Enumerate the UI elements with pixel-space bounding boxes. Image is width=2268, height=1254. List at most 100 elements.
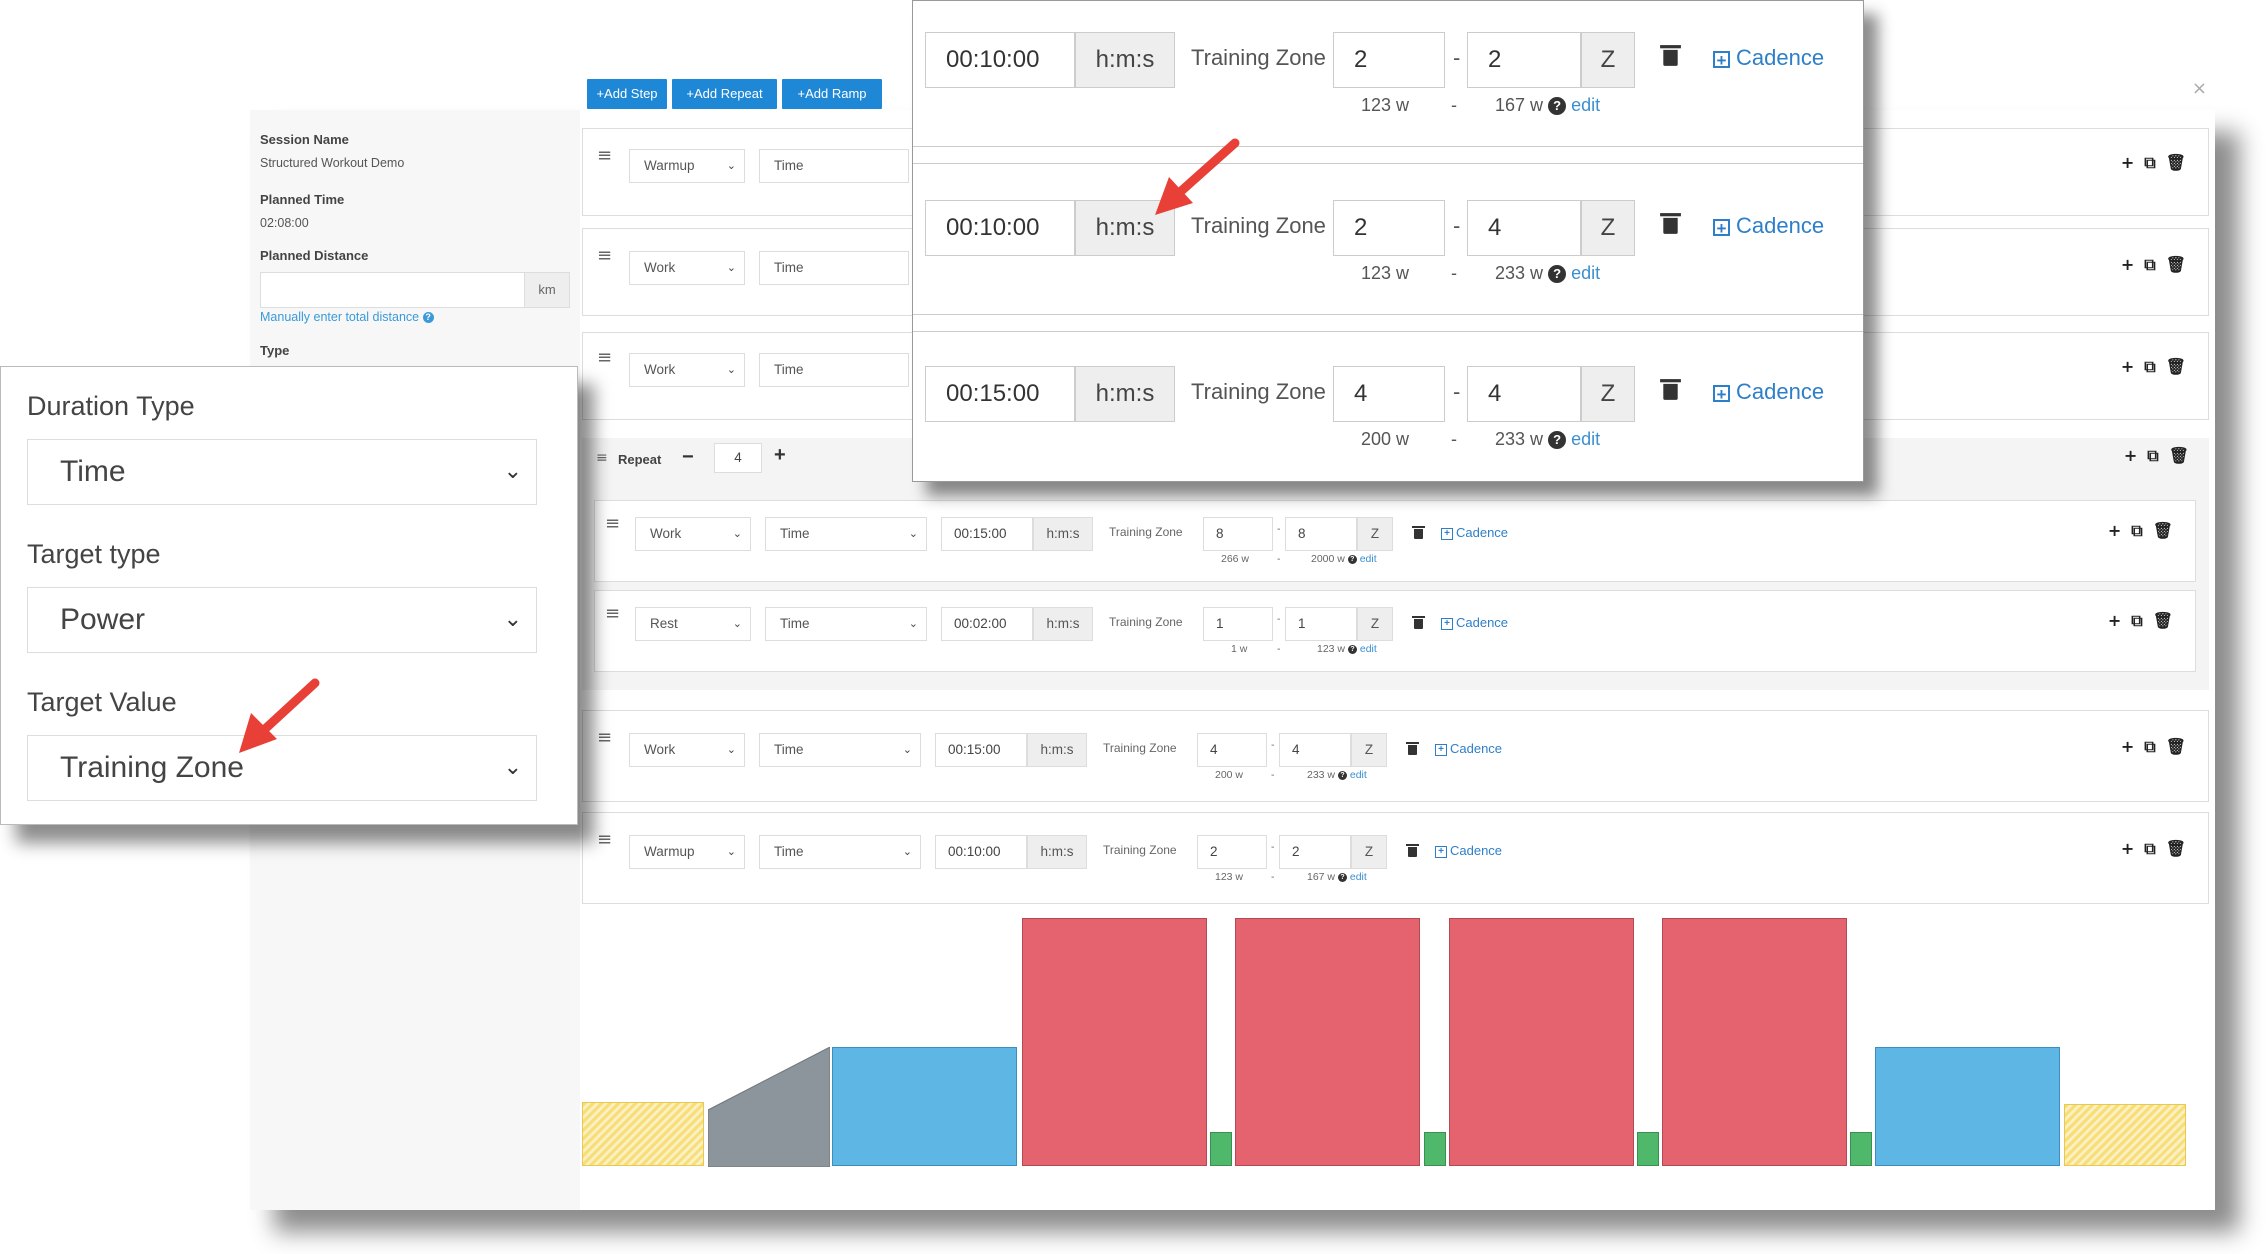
- cadence-button[interactable]: + Cadence: [1713, 213, 1824, 239]
- chart-bar-recovery[interactable]: [832, 1047, 1017, 1166]
- help-icon[interactable]: ?: [1347, 644, 1357, 654]
- copy-icon[interactable]: ⧉: [2144, 839, 2155, 858]
- add-icon[interactable]: +: [2108, 521, 2121, 540]
- step-type-select[interactable]: Warmup ⌄: [629, 835, 745, 869]
- step-type-select[interactable]: Work ⌄: [635, 517, 751, 551]
- add-icon[interactable]: +: [2121, 737, 2134, 756]
- trash-icon[interactable]: 🗑: [2166, 153, 2186, 172]
- duration-type-select[interactable]: Time ⌄: [759, 733, 921, 767]
- duration-type-select[interactable]: Time ⌄: [759, 835, 921, 869]
- duration-input[interactable]: 00:15:00: [941, 517, 1033, 551]
- trash-icon[interactable]: 🗑: [2166, 255, 2186, 274]
- zone-low-input[interactable]: 4: [1333, 366, 1445, 422]
- chart-bar-cooldown[interactable]: [2064, 1104, 2186, 1166]
- step-type-select[interactable]: Warmup ⌄: [629, 149, 745, 183]
- edit-link[interactable]: edit: [1360, 643, 1377, 655]
- edit-link[interactable]: edit: [1571, 429, 1600, 449]
- help-icon[interactable]: ?: [1548, 97, 1567, 116]
- step-type-select[interactable]: Work ⌄: [629, 733, 745, 767]
- copy-icon[interactable]: ⧉: [2131, 611, 2142, 630]
- duration-input[interactable]: 00:10:00: [925, 200, 1075, 256]
- copy-icon[interactable]: ⧉: [2144, 255, 2155, 274]
- copy-icon[interactable]: ⧉: [2144, 737, 2155, 756]
- duration-input[interactable]: 00:15:00: [935, 733, 1027, 767]
- zone-low-input[interactable]: 2: [1333, 32, 1445, 88]
- zone-high-input[interactable]: 2: [1279, 835, 1351, 869]
- trash-icon[interactable]: [1406, 844, 1419, 857]
- trash-icon[interactable]: [1412, 616, 1425, 629]
- duration-type-select[interactable]: Time: [759, 149, 909, 183]
- zone-high-input[interactable]: 4: [1279, 733, 1351, 767]
- duration-input[interactable]: 00:10:00: [935, 835, 1027, 869]
- add-repeat-button[interactable]: +Add Repeat: [672, 79, 777, 109]
- cadence-button[interactable]: + Cadence: [1713, 45, 1824, 71]
- chart-bar-rest[interactable]: [1850, 1132, 1872, 1166]
- cadence-button[interactable]: + Cadence: [1441, 525, 1508, 540]
- step-type-select[interactable]: Work ⌄: [629, 251, 745, 285]
- trash-icon[interactable]: 🗑: [2169, 446, 2189, 465]
- help-icon[interactable]: ?: [1337, 872, 1347, 882]
- chart-bar-rest[interactable]: [1637, 1132, 1659, 1166]
- zone-low-input[interactable]: 1: [1203, 607, 1273, 641]
- cadence-button[interactable]: + Cadence: [1435, 741, 1502, 756]
- zone-low-input[interactable]: 4: [1197, 733, 1267, 767]
- zone-high-input[interactable]: 4: [1467, 366, 1581, 422]
- zone-high-input[interactable]: 8: [1285, 517, 1357, 551]
- add-icon[interactable]: +: [2121, 839, 2134, 858]
- step-type-select[interactable]: Work ⌄: [629, 353, 745, 387]
- chart-bar-warmup[interactable]: [582, 1102, 704, 1166]
- duration-input[interactable]: 00:15:00: [925, 366, 1075, 422]
- duration-type-select[interactable]: Time: [759, 251, 909, 285]
- chart-bar-work[interactable]: [1662, 918, 1847, 1166]
- edit-link[interactable]: edit: [1571, 95, 1600, 115]
- trash-icon[interactable]: [1660, 45, 1681, 66]
- add-icon[interactable]: +: [2121, 153, 2134, 172]
- drag-handle-icon[interactable]: ≡: [605, 603, 620, 624]
- session-name-value[interactable]: Structured Workout Demo: [260, 156, 404, 170]
- drag-handle-icon[interactable]: ≡: [597, 829, 612, 850]
- help-icon[interactable]: ?: [1347, 554, 1357, 564]
- manual-distance-hint[interactable]: Manually enter total distance ?: [260, 310, 434, 324]
- copy-icon[interactable]: ⧉: [2131, 521, 2142, 540]
- chart-bar-work[interactable]: [1022, 918, 1207, 1166]
- cadence-button[interactable]: + Cadence: [1435, 843, 1502, 858]
- copy-icon[interactable]: ⧉: [2147, 446, 2158, 465]
- help-icon[interactable]: ?: [1548, 265, 1567, 284]
- cadence-button[interactable]: + Cadence: [1713, 379, 1824, 405]
- help-icon[interactable]: ?: [422, 312, 434, 324]
- target-type-select[interactable]: Power ⌄: [27, 587, 537, 653]
- trash-icon[interactable]: [1412, 526, 1425, 539]
- drag-handle-icon[interactable]: ≡: [597, 727, 612, 748]
- edit-link[interactable]: edit: [1360, 553, 1377, 565]
- cadence-button[interactable]: + Cadence: [1441, 615, 1508, 630]
- add-ramp-button[interactable]: +Add Ramp: [782, 79, 882, 109]
- add-icon[interactable]: +: [2124, 446, 2137, 465]
- edit-link[interactable]: edit: [1571, 263, 1600, 283]
- duration-type-select[interactable]: Time ⌄: [765, 607, 927, 641]
- manual-distance-hint-text[interactable]: Manually enter total distance: [260, 310, 419, 324]
- copy-icon[interactable]: ⧉: [2144, 357, 2155, 376]
- duration-type-select[interactable]: Time: [759, 353, 909, 387]
- trash-icon[interactable]: 🗑: [2153, 521, 2173, 540]
- chart-bar-rest[interactable]: [1424, 1132, 1446, 1166]
- add-icon[interactable]: +: [2121, 357, 2134, 376]
- drag-handle-icon[interactable]: ≡: [597, 145, 612, 166]
- duration-type-select[interactable]: Time ⌄: [27, 439, 537, 505]
- zone-low-input[interactable]: 8: [1203, 517, 1273, 551]
- trash-icon[interactable]: 🗑: [2166, 357, 2186, 376]
- copy-icon[interactable]: ⧉: [2144, 153, 2155, 172]
- trash-icon[interactable]: 🗑: [2153, 611, 2173, 630]
- planned-distance-input[interactable]: km: [260, 272, 570, 308]
- chart-bar-rest[interactable]: [1210, 1132, 1232, 1166]
- chart-bar-work[interactable]: [1449, 918, 1634, 1166]
- step-type-select[interactable]: Rest ⌄: [635, 607, 751, 641]
- trash-icon[interactable]: [1406, 742, 1419, 755]
- edit-link[interactable]: edit: [1350, 769, 1367, 781]
- drag-handle-icon[interactable]: ≡: [597, 347, 612, 368]
- duration-type-select[interactable]: Time ⌄: [765, 517, 927, 551]
- drag-handle-icon[interactable]: ≡: [605, 513, 620, 534]
- zone-high-input[interactable]: 2: [1467, 32, 1581, 88]
- chart-bar-recovery[interactable]: [1875, 1047, 2060, 1166]
- trash-icon[interactable]: 🗑: [2166, 839, 2186, 858]
- add-icon[interactable]: +: [2121, 255, 2134, 274]
